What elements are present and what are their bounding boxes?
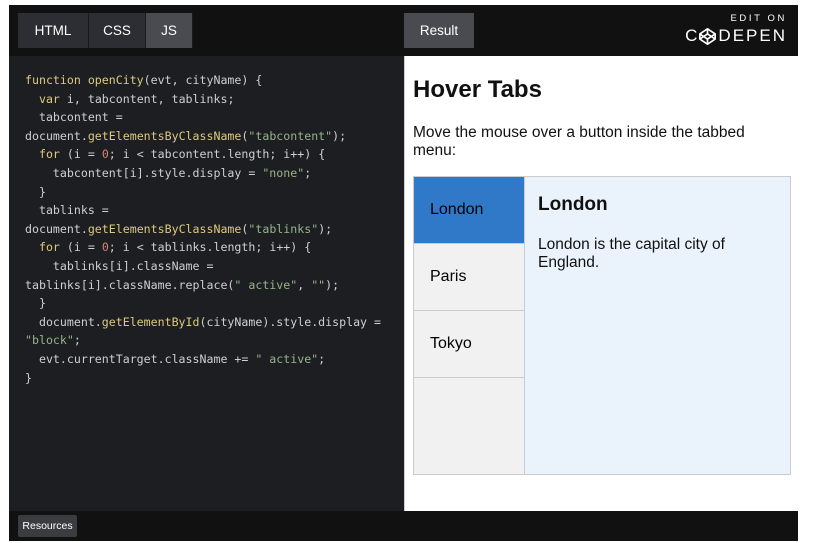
code-token: ); (318, 221, 333, 236)
code-line: } (25, 185, 46, 199)
code-token: ; (73, 333, 81, 348)
tab-content-title: London (538, 194, 608, 215)
code-token: for (38, 147, 60, 162)
code-token: ); (332, 128, 347, 143)
code-token: ; (304, 165, 312, 180)
resources-button[interactable]: Resources (18, 515, 77, 537)
code-token: "tablinks" (248, 221, 319, 236)
code-token: tablinks = (25, 203, 109, 218)
code-line: document.getElementsByClassName("tablink… (25, 222, 332, 236)
codepen-logo-wordmark: DEPEN (718, 26, 787, 45)
edit-on-codepen-link[interactable]: EDIT ON C DEPEN (685, 13, 787, 46)
code-token: ); (325, 277, 340, 292)
code-token: getElementById (101, 314, 200, 329)
code-token: getElementsByClassName (87, 128, 242, 143)
code-token: "" (311, 277, 326, 292)
code-line: tablinks[i].className = (25, 258, 214, 273)
code-token: } (25, 370, 32, 385)
code-token: getElementsByClassName (87, 221, 242, 236)
code-token: var (38, 91, 60, 106)
edit-on-label: EDIT ON (730, 13, 787, 24)
result-title: Hover Tabs (413, 76, 542, 103)
tab-button-london[interactable]: London (414, 177, 524, 244)
code-token: tablinks[i].className.replace( (25, 277, 235, 292)
code-token: ; (318, 351, 326, 366)
tab-button-tokyo[interactable]: Tokyo (414, 311, 524, 378)
tab-content-body: London is the capital city of England. (538, 236, 725, 271)
code-line: } (25, 371, 32, 385)
code-token: } (25, 184, 46, 199)
code-line: function openCity(evt, cityName) { (25, 73, 262, 87)
codepen-embed: HTML CSS JS Result EDIT ON C DEPEN funct… (9, 5, 798, 541)
result-description: Move the mouse over a button inside the … (413, 124, 745, 159)
tab-js[interactable]: JS (146, 13, 193, 48)
code-token: ; i < tablinks.length; i++) { (108, 240, 312, 255)
code-line: } (25, 296, 46, 310)
code-token: document. (25, 314, 102, 329)
code-token: evt.currentTarget.className += (25, 351, 256, 366)
editor-toolbar: HTML CSS JS Result EDIT ON C DEPEN (9, 5, 798, 56)
codepen-logo-letter: C (685, 26, 700, 45)
codepen-logo: C DEPEN (685, 26, 787, 46)
code-token: for (38, 240, 60, 255)
code-token: " active" (234, 277, 298, 292)
codepen-cube-icon (699, 27, 717, 45)
code-line: for (i = 0; i < tablinks.length; i++) { (25, 240, 311, 254)
code-token: "tabcontent" (248, 128, 333, 143)
code-token: " active" (255, 351, 319, 366)
code-token: } (25, 296, 46, 311)
code-block: function openCity(evt, cityName) { var i… (25, 71, 381, 387)
code-token: function openCity (25, 73, 144, 87)
code-line: tabcontent[i].style.display = "none"; (25, 166, 311, 180)
code-line: for (i = 0; i < tabcontent.length; i++) … (25, 147, 325, 161)
code-line: document.getElementsByClassName("tabcont… (25, 129, 346, 143)
editor-footer: Resources (9, 511, 798, 541)
code-line: tablinks[i].className.replace(" active",… (25, 278, 339, 292)
code-token: (i = (59, 240, 102, 255)
tab-result[interactable]: Result (404, 13, 474, 48)
code-line: "block"; (25, 333, 81, 347)
code-token: tabcontent = (25, 110, 123, 125)
code-token: (i = (59, 147, 102, 162)
code-token: document. (25, 128, 88, 143)
code-line: evt.currentTarget.className += " active"… (25, 352, 325, 366)
tab-button-paris[interactable]: Paris (414, 244, 524, 311)
code-token: document. (25, 221, 88, 236)
code-token: 0 (101, 240, 109, 255)
tab-content-london: London London is the capital city of Eng… (525, 177, 790, 474)
tab-button-column: London Paris Tokyo (414, 177, 525, 474)
code-token: "none" (262, 165, 305, 180)
code-line: tablinks = (25, 203, 109, 217)
editor-tab-group: HTML CSS JS (18, 13, 193, 48)
code-line: document.getElementById(cityName).style.… (25, 315, 381, 329)
code-token: , (297, 277, 312, 292)
code-token: tablinks[i].className = (25, 258, 214, 273)
result-preview: Hover Tabs Move the mouse over a button … (404, 56, 798, 511)
code-token: 0 (101, 147, 109, 162)
code-token: "block" (25, 333, 74, 348)
tabbed-menu: London Paris Tokyo London London is the … (413, 176, 791, 475)
code-token: ; i < tabcontent.length; i++) { (108, 147, 326, 162)
code-line: tabcontent = (25, 110, 123, 124)
code-token: i, tabcontent, tablinks; (59, 91, 235, 106)
tab-html[interactable]: HTML (18, 13, 89, 48)
js-code-editor[interactable]: function openCity(evt, cityName) { var i… (9, 56, 404, 511)
code-token: (evt, cityName) { (143, 73, 263, 87)
code-token: (cityName).style.display = (199, 314, 381, 329)
tab-css[interactable]: CSS (89, 13, 146, 48)
code-line: var i, tabcontent, tablinks; (25, 92, 234, 106)
code-token: tabcontent[i].style.display = (25, 165, 263, 180)
